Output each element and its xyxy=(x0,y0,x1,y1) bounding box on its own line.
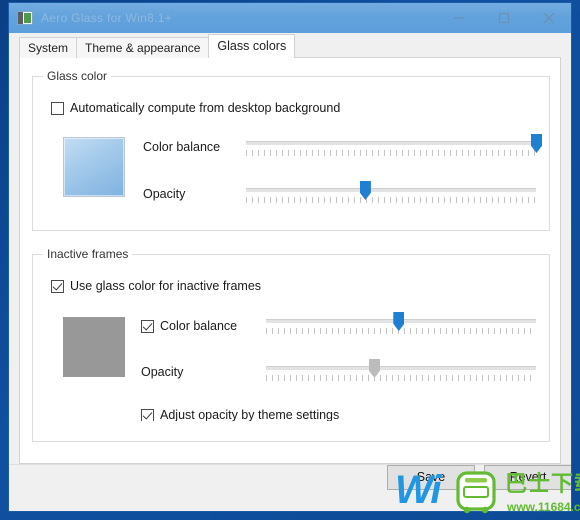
glass-color-balance-slider[interactable] xyxy=(246,134,542,161)
close-button[interactable] xyxy=(526,3,571,33)
use-glass-color-checkbox-row[interactable]: Use glass color for inactive frames xyxy=(51,279,261,293)
title-bar[interactable]: Aero Glass for Win8.1+ xyxy=(9,3,571,33)
slider-ticks xyxy=(246,197,536,203)
adjust-opacity-label: Adjust opacity by theme settings xyxy=(160,409,340,421)
glass-color-balance-label: Color balance xyxy=(143,140,221,154)
minimize-button[interactable] xyxy=(436,3,481,33)
maximize-button[interactable] xyxy=(481,3,526,33)
adjust-opacity-checkbox-row[interactable]: Adjust opacity by theme settings xyxy=(141,409,339,421)
inactive-color-balance-checkbox-row[interactable]: Color balance xyxy=(141,319,237,333)
dialog-button-bar: Save Revert xyxy=(9,464,571,511)
slider-ticks xyxy=(266,375,536,381)
save-button[interactable]: Save xyxy=(387,465,475,490)
inactive-color-balance-checkbox[interactable] xyxy=(141,319,154,333)
inactive-opacity-label: Opacity xyxy=(141,365,184,379)
auto-compute-checkbox[interactable] xyxy=(51,101,64,115)
glass-color-group-title: Glass color xyxy=(43,69,112,83)
inactive-opacity-slider[interactable] xyxy=(266,359,536,386)
app-icon xyxy=(17,11,33,25)
window-controls xyxy=(436,3,571,33)
slider-ticks xyxy=(246,150,536,156)
settings-panel: Glass color Automatically compute from d… xyxy=(19,58,561,464)
auto-compute-label: Automatically compute from desktop backg… xyxy=(70,101,341,115)
glass-color-groupbox: Glass color Automatically compute from d… xyxy=(32,69,550,231)
application-window: Aero Glass for Win8.1+ System Theme & ap… xyxy=(8,2,572,512)
glass-opacity-slider[interactable] xyxy=(246,181,536,208)
revert-button[interactable]: Revert xyxy=(484,465,571,490)
use-glass-color-checkbox[interactable] xyxy=(51,279,64,293)
tab-system[interactable]: System xyxy=(19,37,78,58)
inactive-color-balance-label: Color balance xyxy=(160,319,238,333)
slider-track xyxy=(246,141,536,145)
glass-color-swatch[interactable] xyxy=(63,137,125,197)
auto-compute-checkbox-row[interactable]: Automatically compute from desktop backg… xyxy=(51,101,340,115)
tab-strip: System Theme & appearance Glass colors xyxy=(9,33,571,58)
use-glass-color-label: Use glass color for inactive frames xyxy=(70,279,262,293)
inactive-frames-group-title: Inactive frames xyxy=(43,247,133,261)
inactive-color-swatch[interactable] xyxy=(63,317,125,377)
inactive-color-balance-slider[interactable] xyxy=(266,312,536,339)
tab-glass-colors[interactable]: Glass colors xyxy=(208,34,296,58)
slider-track xyxy=(266,366,536,370)
window-title: Aero Glass for Win8.1+ xyxy=(41,11,172,25)
adjust-opacity-checkbox[interactable] xyxy=(141,409,154,421)
slider-ticks xyxy=(266,328,536,334)
slider-track xyxy=(246,188,536,192)
glass-opacity-label: Opacity xyxy=(143,187,186,201)
desktop-background: Aero Glass for Win8.1+ System Theme & ap… xyxy=(0,0,580,520)
inactive-frames-groupbox: Inactive frames Use glass color for inac… xyxy=(32,247,550,442)
tab-theme-appearance[interactable]: Theme & appearance xyxy=(76,37,210,58)
